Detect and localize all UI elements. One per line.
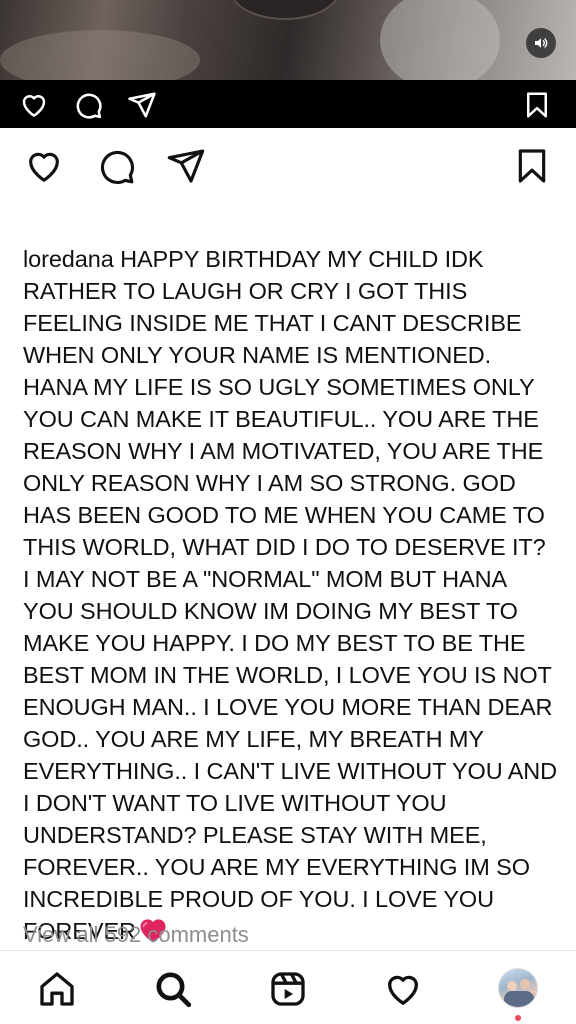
share-icon[interactable]: [127, 90, 157, 120]
media-detail: [230, 0, 340, 20]
mute-button[interactable]: [526, 28, 556, 58]
reels-icon[interactable]: [268, 969, 308, 1009]
share-icon[interactable]: [166, 146, 206, 186]
heart-icon[interactable]: [19, 90, 49, 120]
heart-icon[interactable]: [24, 146, 64, 186]
bookmark-icon[interactable]: [522, 90, 552, 120]
avatar-body: [504, 991, 534, 1007]
caption-text: HAPPY BIRTHDAY MY CHILD IDK RATHER TO LA…: [23, 246, 558, 944]
media-detail: [0, 30, 200, 80]
view-all-comments-link[interactable]: View all 592 comments: [23, 922, 249, 948]
post-caption: loredana HAPPY BIRTHDAY MY CHILD IDK RAT…: [23, 243, 558, 952]
activity-heart-icon[interactable]: [383, 969, 423, 1009]
bookmark-icon[interactable]: [512, 146, 552, 186]
post-action-bar: [0, 128, 576, 200]
comment-icon[interactable]: [96, 146, 136, 186]
search-icon[interactable]: [153, 969, 193, 1009]
home-icon[interactable]: [37, 969, 77, 1009]
avatar-face: [507, 981, 517, 991]
avatar-face: [520, 979, 530, 989]
speaker-icon: [535, 38, 548, 48]
post-media[interactable]: [0, 0, 576, 80]
comment-icon[interactable]: [73, 90, 103, 120]
notification-dot: [515, 1015, 521, 1021]
caption-username[interactable]: loredana: [23, 246, 114, 272]
bottom-navigation: [0, 950, 576, 1024]
embedded-action-bar: [0, 80, 576, 128]
profile-avatar[interactable]: [498, 968, 538, 1008]
media-detail: [380, 0, 500, 80]
